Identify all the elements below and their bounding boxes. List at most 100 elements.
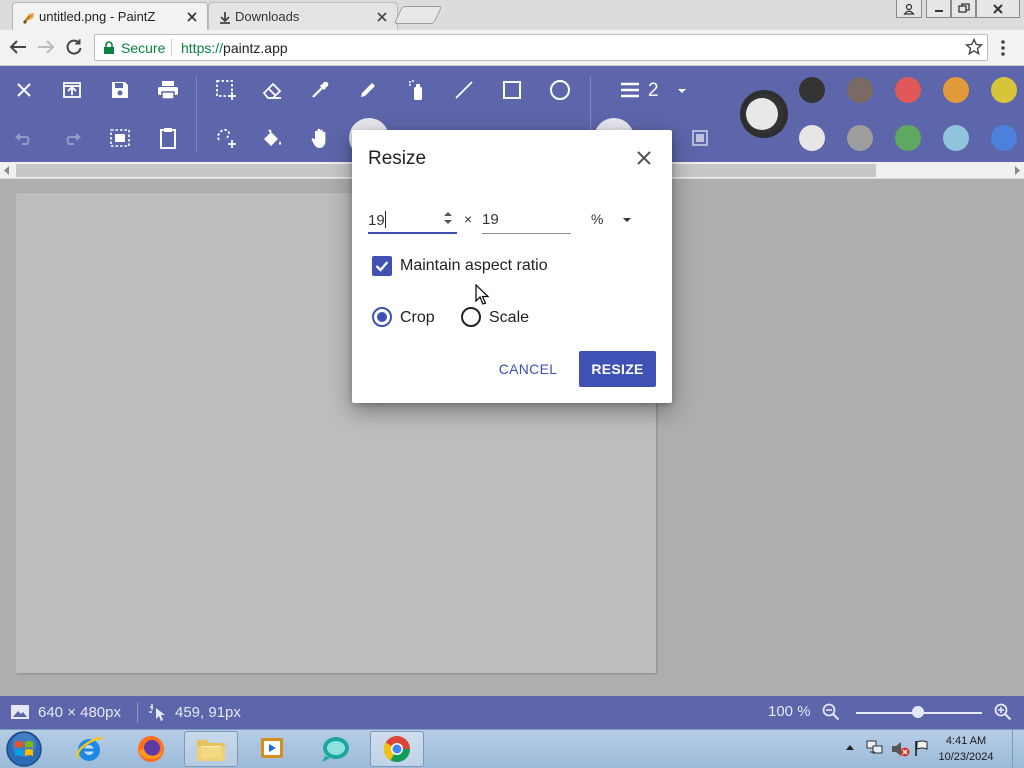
dropdown-arrow-icon[interactable] [622,217,632,223]
maintain-aspect-label[interactable]: Maintain aspect ratio [400,257,548,275]
height-input[interactable]: 19 [482,208,571,234]
airbrush-tool[interactable] [398,72,434,108]
taskbar-messenger[interactable] [308,731,362,767]
close-icon [992,3,1004,14]
taskbar-firefox[interactable] [124,731,178,767]
color-swatch[interactable] [895,77,921,103]
resize-dialog: Resize 19 × 19 % Maintain aspect ratio C… [352,130,672,403]
width-input[interactable]: 19 [368,208,457,234]
color-swatch[interactable] [991,77,1017,103]
tab-paintz[interactable]: untitled.png - PaintZ [12,2,208,30]
scroll-left-arrow-icon[interactable] [4,166,10,175]
taskbar-media-player[interactable] [246,731,300,767]
tab-close-icon[interactable] [185,10,199,24]
color-swatch[interactable] [799,125,825,151]
dialog-close-button[interactable] [632,146,656,170]
undo-button[interactable] [6,120,42,156]
secondary-color-swatch[interactable] [746,98,778,130]
line-tool[interactable] [446,72,482,108]
crop-radio[interactable] [372,307,392,327]
clock-date: 10/23/2024 [938,751,994,763]
resize-image-button[interactable] [102,120,138,156]
scale-radio[interactable] [461,307,481,327]
line-width-select[interactable]: 2 [648,80,696,102]
eyedropper-tool[interactable] [302,72,338,108]
maintain-aspect-checkbox[interactable] [372,256,392,276]
scale-label[interactable]: Scale [489,309,529,327]
start-button[interactable] [4,730,44,768]
zoom-level-text: 100 % [768,703,811,720]
paint-bucket-icon [261,128,283,148]
restore-button[interactable] [951,0,976,18]
zoom-out-icon[interactable] [822,703,840,721]
redo-button[interactable] [54,120,90,156]
ellipse-tool[interactable] [542,72,578,108]
eraser-tool[interactable] [254,72,290,108]
clipboard-icon [159,127,177,149]
resize-button[interactable]: RESIZE [579,351,656,387]
network-icon[interactable] [866,740,884,756]
reload-icon [64,37,84,57]
zoom-in-icon[interactable] [994,703,1012,721]
zoom-slider-thumb[interactable] [912,706,924,718]
crop-label[interactable]: Crop [400,309,435,327]
close-window-button[interactable] [976,0,1020,18]
taskbar-chrome[interactable] [370,731,424,767]
bookmark-star-icon[interactable] [965,38,983,56]
pan-tool[interactable] [302,120,338,156]
minimize-icon [934,4,944,14]
fill-tool[interactable] [254,120,290,156]
omnibox-divider [171,39,172,56]
url-host: paintz.app [223,40,288,56]
print-button[interactable] [150,72,186,108]
rectangle-select-tool[interactable] [208,72,244,108]
browser-menu-button[interactable] [1000,39,1006,57]
forward-arrow-icon [36,38,56,56]
reload-button[interactable] [64,37,84,57]
close-file-button[interactable] [6,72,42,108]
taskbar-file-explorer[interactable] [184,731,238,767]
color-swatch[interactable] [799,77,825,103]
tab-downloads[interactable]: Downloads [208,2,398,30]
save-icon [110,80,130,100]
show-hidden-icons-icon[interactable] [846,744,854,750]
scroll-right-arrow-icon[interactable] [1014,166,1020,175]
forward-button[interactable] [36,38,56,56]
paste-button[interactable] [150,120,186,156]
lock-icon [103,41,115,55]
unit-select[interactable]: % [591,211,603,227]
color-swatch[interactable] [943,77,969,103]
open-file-button[interactable] [54,72,90,108]
minimize-button[interactable] [926,0,951,18]
pencil-tool[interactable] [350,72,386,108]
save-button[interactable] [102,72,138,108]
print-icon [157,80,179,100]
volume-muted-icon[interactable] [890,740,910,758]
freeform-select-tool[interactable] [208,120,244,156]
crop-button[interactable] [682,120,718,156]
new-tab-button[interactable] [393,6,443,24]
color-swatch[interactable] [895,125,921,151]
action-center-flag-icon[interactable] [914,739,930,757]
color-swatch[interactable] [991,125,1017,151]
mouse-cursor-icon [475,284,489,306]
taskbar-clock[interactable]: 4:41 AM 10/23/2024 [934,733,998,765]
color-swatch[interactable] [847,77,873,103]
ellipse-icon [549,79,571,101]
tab-label: untitled.png - PaintZ [39,9,156,24]
tab-close-icon[interactable] [375,10,389,24]
color-swatch[interactable] [847,125,873,151]
user-profile-button[interactable] [896,0,922,18]
rectangle-tool[interactable] [494,72,530,108]
spinner-arrows-icon[interactable] [444,211,452,225]
color-swatch[interactable] [943,125,969,151]
firefox-icon [135,733,167,765]
show-desktop-button[interactable] [1012,730,1024,768]
cursor-position-text: 459, 91px [175,704,241,721]
taskbar-internet-explorer[interactable] [62,731,116,767]
internet-explorer-icon [73,733,105,765]
back-button[interactable] [8,38,28,56]
line-width-icon [620,81,640,99]
cancel-button[interactable]: CANCEL [488,351,568,387]
address-bar[interactable]: Secure https://paintz.app [94,34,988,61]
